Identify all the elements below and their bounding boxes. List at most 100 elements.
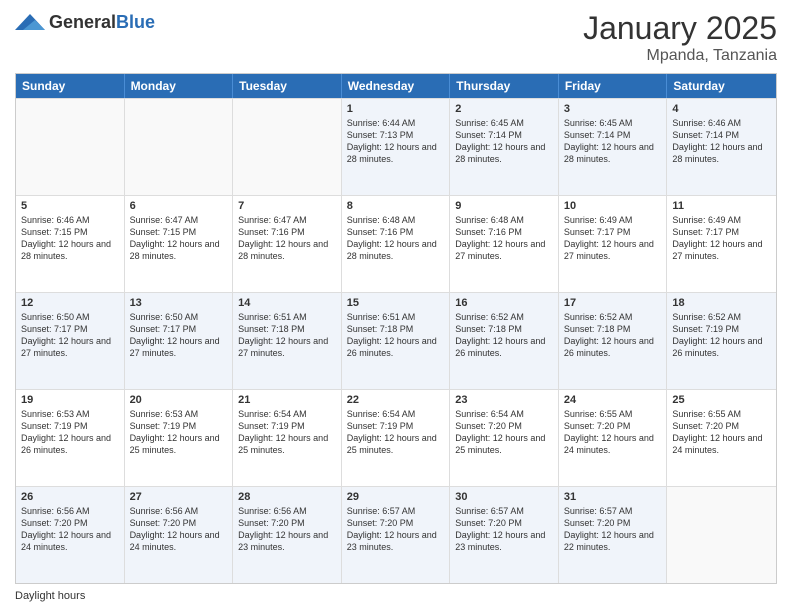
- cal-cell-6: 6 Sunrise: 6:47 AM Sunset: 7:15 PM Daylig…: [125, 196, 234, 292]
- day-number: 7: [238, 200, 336, 212]
- logo-text: GeneralBlue: [49, 12, 155, 33]
- cal-cell-empty-0-2: [233, 99, 342, 195]
- day-number: 14: [238, 297, 336, 309]
- day-number: 17: [564, 297, 662, 309]
- page: GeneralBlue January 2025 Mpanda, Tanzani…: [0, 0, 792, 612]
- day-number: 2: [455, 103, 553, 115]
- cal-cell-23: 23Sunrise: 6:54 AM Sunset: 7:20 PM Dayli…: [450, 390, 559, 486]
- cell-info: Sunrise: 6:54 AM Sunset: 7:20 PM Dayligh…: [455, 408, 553, 457]
- day-number: 18: [672, 297, 771, 309]
- cal-week-5: 26 Sunrise: 6:56 AM Sunset: 7:20 PM Dayli…: [16, 486, 776, 583]
- calendar-body: 1 Sunrise: 6:44 AM Sunset: 7:13 PM Daylig…: [16, 98, 776, 583]
- cell-info: Sunrise: 6:52 AM Sunset: 7:18 PM Dayligh…: [455, 311, 553, 360]
- calendar-header: SundayMondayTuesdayWednesdayThursdayFrid…: [16, 74, 776, 98]
- cell-info: Sunrise: 6:50 AM Sunset: 7:17 PM Dayligh…: [130, 311, 228, 360]
- cell-info: Sunrise: 6:49 AM Sunset: 7:17 PM Dayligh…: [672, 214, 771, 263]
- cal-cell-29: 29Sunrise: 6:57 AM Sunset: 7:20 PM Dayli…: [342, 487, 451, 583]
- cal-cell-19: 19 Sunrise: 6:53 AM Sunset: 7:19 PM Dayli…: [16, 390, 125, 486]
- cell-info: Sunrise: 6:45 AM Sunset: 7:14 PM Dayligh…: [564, 117, 662, 166]
- cal-cell-3: 3 Sunrise: 6:45 AM Sunset: 7:14 PM Daylig…: [559, 99, 668, 195]
- cell-info: Sunrise: 6:46 AM Sunset: 7:14 PM Dayligh…: [672, 117, 771, 166]
- day-number: 3: [564, 103, 662, 115]
- day-number: 19: [21, 394, 119, 406]
- cal-cell-empty-0-0: [16, 99, 125, 195]
- cell-info: Sunrise: 6:52 AM Sunset: 7:19 PM Dayligh…: [672, 311, 771, 360]
- day-number: 27: [130, 491, 228, 503]
- month-title: January 2025: [583, 10, 777, 47]
- location-title: Mpanda, Tanzania: [583, 47, 777, 65]
- cell-info: Sunrise: 6:47 AM Sunset: 7:15 PM Dayligh…: [130, 214, 228, 263]
- day-number: 1: [347, 103, 445, 115]
- cal-cell-empty-4-6: [667, 487, 776, 583]
- cal-cell-11: 11 Sunrise: 6:49 AM Sunset: 7:17 PM Dayli…: [667, 196, 776, 292]
- cal-header-thursday: Thursday: [450, 74, 559, 98]
- cell-info: Sunrise: 6:56 AM Sunset: 7:20 PM Dayligh…: [238, 505, 336, 554]
- day-number: 20: [130, 394, 228, 406]
- day-number: 22: [347, 394, 445, 406]
- cal-header-friday: Friday: [559, 74, 668, 98]
- day-number: 9: [455, 200, 553, 212]
- cal-cell-21: 21 Sunrise: 6:54 AM Sunset: 7:19 PM Dayli…: [233, 390, 342, 486]
- cell-info: Sunrise: 6:49 AM Sunset: 7:17 PM Dayligh…: [564, 214, 662, 263]
- cal-cell-10: 10 Sunrise: 6:49 AM Sunset: 7:17 PM Dayli…: [559, 196, 668, 292]
- logo-general: General: [49, 12, 116, 32]
- cell-info: Sunrise: 6:55 AM Sunset: 7:20 PM Dayligh…: [672, 408, 771, 457]
- logo-icon: [15, 10, 45, 34]
- cal-cell-12: 12 Sunrise: 6:50 AM Sunset: 7:17 PM Dayli…: [16, 293, 125, 389]
- cal-cell-24: 24Sunrise: 6:55 AM Sunset: 7:20 PM Dayli…: [559, 390, 668, 486]
- cell-info: Sunrise: 6:56 AM Sunset: 7:20 PM Dayligh…: [21, 505, 119, 554]
- cell-info: Sunrise: 6:53 AM Sunset: 7:19 PM Dayligh…: [21, 408, 119, 457]
- cell-info: Sunrise: 6:57 AM Sunset: 7:20 PM Dayligh…: [564, 505, 662, 554]
- day-number: 26: [21, 491, 119, 503]
- day-number: 30: [455, 491, 553, 503]
- day-number: 31: [564, 491, 662, 503]
- cal-header-tuesday: Tuesday: [233, 74, 342, 98]
- cal-cell-5: 5Sunrise: 6:46 AM Sunset: 7:15 PM Daylig…: [16, 196, 125, 292]
- cell-info: Sunrise: 6:57 AM Sunset: 7:20 PM Dayligh…: [347, 505, 445, 554]
- cal-cell-16: 16 Sunrise: 6:52 AM Sunset: 7:18 PM Dayli…: [450, 293, 559, 389]
- cal-cell-25: 25 Sunrise: 6:55 AM Sunset: 7:20 PM Dayli…: [667, 390, 776, 486]
- cal-header-wednesday: Wednesday: [342, 74, 451, 98]
- day-number: 8: [347, 200, 445, 212]
- day-number: 10: [564, 200, 662, 212]
- day-number: 28: [238, 491, 336, 503]
- cell-info: Sunrise: 6:44 AM Sunset: 7:13 PM Dayligh…: [347, 117, 445, 166]
- day-number: 21: [238, 394, 336, 406]
- cell-info: Sunrise: 6:48 AM Sunset: 7:16 PM Dayligh…: [455, 214, 553, 263]
- cal-header-monday: Monday: [125, 74, 234, 98]
- day-number: 5: [21, 200, 119, 212]
- logo: GeneralBlue: [15, 10, 155, 34]
- cal-week-3: 12 Sunrise: 6:50 AM Sunset: 7:17 PM Dayli…: [16, 292, 776, 389]
- day-number: 25: [672, 394, 771, 406]
- cal-header-saturday: Saturday: [667, 74, 776, 98]
- cal-cell-18: 18 Sunrise: 6:52 AM Sunset: 7:19 PM Dayli…: [667, 293, 776, 389]
- cell-info: Sunrise: 6:51 AM Sunset: 7:18 PM Dayligh…: [238, 311, 336, 360]
- cell-info: Sunrise: 6:51 AM Sunset: 7:18 PM Dayligh…: [347, 311, 445, 360]
- cal-week-4: 19 Sunrise: 6:53 AM Sunset: 7:19 PM Dayli…: [16, 389, 776, 486]
- cal-cell-4: 4Sunrise: 6:46 AM Sunset: 7:14 PM Daylig…: [667, 99, 776, 195]
- title-block: January 2025 Mpanda, Tanzania: [583, 10, 777, 65]
- cell-info: Sunrise: 6:48 AM Sunset: 7:16 PM Dayligh…: [347, 214, 445, 263]
- cal-cell-14: 14 Sunrise: 6:51 AM Sunset: 7:18 PM Dayli…: [233, 293, 342, 389]
- cell-info: Sunrise: 6:47 AM Sunset: 7:16 PM Dayligh…: [238, 214, 336, 263]
- cal-week-1: 1 Sunrise: 6:44 AM Sunset: 7:13 PM Daylig…: [16, 98, 776, 195]
- cal-week-2: 5Sunrise: 6:46 AM Sunset: 7:15 PM Daylig…: [16, 195, 776, 292]
- cal-cell-2: 2 Sunrise: 6:45 AM Sunset: 7:14 PM Daylig…: [450, 99, 559, 195]
- cal-cell-15: 15Sunrise: 6:51 AM Sunset: 7:18 PM Dayli…: [342, 293, 451, 389]
- day-number: 11: [672, 200, 771, 212]
- cell-info: Sunrise: 6:52 AM Sunset: 7:18 PM Dayligh…: [564, 311, 662, 360]
- cell-info: Sunrise: 6:45 AM Sunset: 7:14 PM Dayligh…: [455, 117, 553, 166]
- day-number: 12: [21, 297, 119, 309]
- cell-info: Sunrise: 6:57 AM Sunset: 7:20 PM Dayligh…: [455, 505, 553, 554]
- day-number: 16: [455, 297, 553, 309]
- logo-blue: Blue: [116, 12, 155, 32]
- cal-cell-7: 7 Sunrise: 6:47 AM Sunset: 7:16 PM Daylig…: [233, 196, 342, 292]
- cell-info: Sunrise: 6:53 AM Sunset: 7:19 PM Dayligh…: [130, 408, 228, 457]
- calendar: SundayMondayTuesdayWednesdayThursdayFrid…: [15, 73, 777, 584]
- cell-info: Sunrise: 6:54 AM Sunset: 7:19 PM Dayligh…: [347, 408, 445, 457]
- daylight-hours-label: Daylight hours: [15, 590, 85, 602]
- cell-info: Sunrise: 6:50 AM Sunset: 7:17 PM Dayligh…: [21, 311, 119, 360]
- cell-info: Sunrise: 6:54 AM Sunset: 7:19 PM Dayligh…: [238, 408, 336, 457]
- cal-cell-9: 9 Sunrise: 6:48 AM Sunset: 7:16 PM Daylig…: [450, 196, 559, 292]
- day-number: 6: [130, 200, 228, 212]
